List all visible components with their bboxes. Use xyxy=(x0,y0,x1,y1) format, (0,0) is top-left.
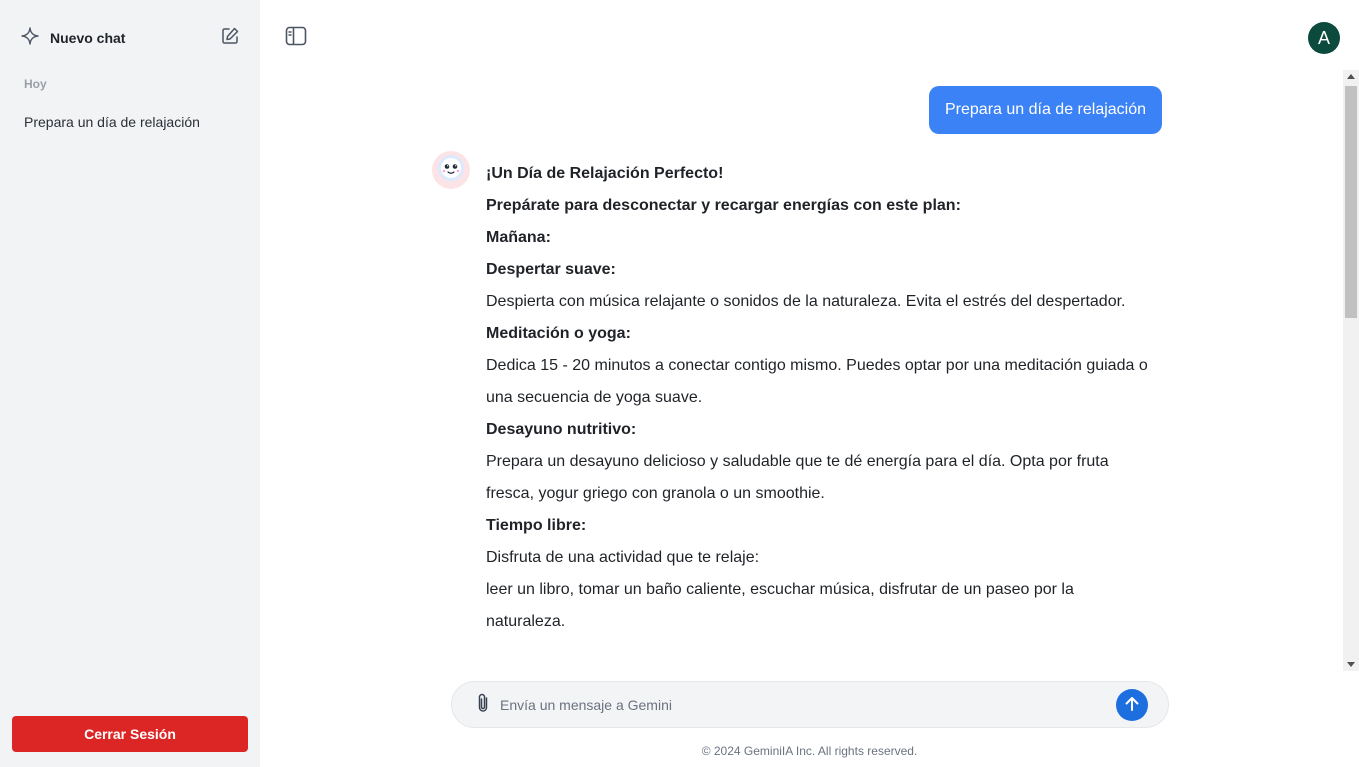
chat-scrollbar[interactable] xyxy=(1343,70,1359,671)
history-item[interactable]: Prepara un día de relajación xyxy=(24,114,224,130)
bot-message: ¡Un Día de Relajación Perfecto! Prepárat… xyxy=(486,158,1156,638)
user-message-bubble: Prepara un día de relajación xyxy=(929,86,1163,134)
bot-title: ¡Un Día de Relajación Perfecto! xyxy=(486,165,724,182)
scroll-up-arrow-icon[interactable] xyxy=(1347,74,1355,79)
message-input[interactable] xyxy=(500,692,1100,718)
bot-intro: Prepárate para desconectar y recargar en… xyxy=(486,197,961,214)
sparkle-icon xyxy=(20,26,40,51)
bot-heading-morning: Mañana: xyxy=(486,229,551,246)
message-composer xyxy=(451,681,1169,728)
robot-icon xyxy=(436,153,466,188)
bot-heading-free-time: Tiempo libre: xyxy=(486,517,587,534)
bot-heading-meditation: Meditación o yoga: xyxy=(486,325,631,342)
user-avatar[interactable]: A xyxy=(1308,22,1340,54)
bot-heading-breakfast: Desayuno nutritivo: xyxy=(486,421,637,438)
sidebar-toggle-button[interactable] xyxy=(284,26,308,51)
paperclip-icon xyxy=(476,692,490,719)
section-label-today: Hoy xyxy=(24,77,47,91)
bot-avatar xyxy=(432,151,470,189)
send-button[interactable] xyxy=(1116,689,1148,721)
sidebar: Nuevo chat Hoy Prepara un día de relajac… xyxy=(0,0,260,767)
bot-text-free-time: Disfruta de una actividad que te relaje: xyxy=(486,549,760,566)
scroll-down-arrow-icon[interactable] xyxy=(1347,662,1355,667)
bot-text-breakfast: Prepara un desayuno delicioso y saludabl… xyxy=(486,453,1109,502)
footer-copyright: © 2024 GeminiIA Inc. All rights reserved… xyxy=(701,744,918,758)
edit-button[interactable] xyxy=(219,27,241,49)
edit-icon xyxy=(220,26,240,51)
bot-text-meditation: Dedica 15 - 20 minutos a conectar contig… xyxy=(486,357,1148,406)
bot-text-activities: leer un libro, tomar un baño caliente, e… xyxy=(486,581,1074,630)
bot-text-wake: Despierta con música relajante o sonidos… xyxy=(486,293,1126,310)
bot-heading-wake: Despertar suave: xyxy=(486,261,616,278)
new-chat-label: Nuevo chat xyxy=(50,30,126,46)
arrow-up-icon xyxy=(1123,695,1141,716)
attach-button[interactable] xyxy=(473,692,493,719)
sidebar-toggle-icon xyxy=(285,26,307,51)
scroll-thumb[interactable] xyxy=(1345,86,1357,318)
new-chat-button[interactable]: Nuevo chat xyxy=(20,26,125,50)
